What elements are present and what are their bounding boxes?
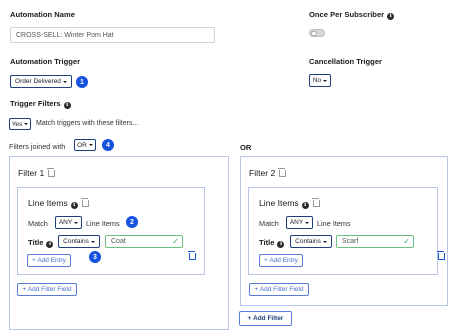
filter-1-operator-select[interactable]: Contains (58, 235, 100, 248)
automation-name-input[interactable]: CROSS-SELL: Winter Pom Hat (10, 27, 215, 43)
info-icon[interactable]: i (63, 102, 71, 109)
automation-name-label: Automation Name (10, 10, 75, 19)
filters-joined-select[interactable]: OR (74, 139, 96, 151)
filters-joined-value: OR (77, 141, 87, 149)
or-separator-label: OR (240, 143, 252, 152)
filter-2-add-entry-button[interactable]: + Add Entry (259, 254, 303, 267)
filter-2-line-items-title: Line Items (259, 198, 299, 208)
filter-1-match-suffix: Line Items (86, 219, 120, 228)
filter-1-field-heading: Title i (28, 238, 54, 248)
toggle-knob (311, 30, 317, 36)
info-icon[interactable]: i (277, 241, 285, 248)
filter-2-match-suffix: Line Items (317, 219, 351, 228)
trigger-filters-label: Trigger Filters (10, 99, 61, 108)
filter-1-heading: Filter 1 (18, 168, 56, 178)
match-triggers-text: Match triggers with these filters... (36, 120, 139, 127)
chevron-down-icon (74, 221, 79, 224)
info-icon[interactable]: i (46, 241, 54, 248)
cancellation-trigger-select[interactable]: No (309, 74, 331, 87)
cancellation-trigger-value: No (312, 77, 322, 84)
filter-1-field-label: Title (28, 238, 44, 247)
filter-1-line-items-title: Line Items (28, 198, 68, 208)
filter-1-match-select[interactable]: ANY (55, 216, 82, 229)
cancellation-trigger-label: Cancellation Trigger (309, 57, 383, 66)
filter-2-operator-select[interactable]: Contains (290, 235, 332, 248)
once-per-subscriber-label: Once Per Subscriber (309, 10, 385, 19)
filter-1-match-label: Match (28, 219, 48, 228)
filter-2-operator-value: Contains (295, 238, 321, 245)
step-badge: 3 (89, 251, 101, 263)
trash-icon[interactable] (278, 168, 287, 177)
step-badge: 2 (126, 216, 138, 228)
trash-icon[interactable] (47, 168, 56, 177)
filter-2-value: Scarf (342, 238, 359, 245)
filters-joined-label: Filters joined with (9, 142, 66, 151)
once-per-subscriber-heading: Once Per Subscriber i (309, 10, 395, 20)
filter-1-match-value: ANY (58, 219, 73, 226)
filter-2-line-items-heading: Line Items i (259, 198, 320, 209)
filter-2-match-label: Match (259, 219, 279, 228)
filter-1-add-entry-button[interactable]: + Add Entry (27, 254, 71, 267)
info-icon[interactable]: i (70, 202, 78, 209)
chevron-down-icon (62, 80, 67, 83)
filter-2-field-heading: Title i (259, 238, 285, 248)
automation-trigger-label: Automation Trigger (10, 57, 81, 66)
trigger-filters-yes-value: Yes (11, 120, 23, 128)
filter-2-heading: Filter 2 (249, 168, 287, 178)
filter-2-title: Filter 2 (249, 168, 276, 178)
filter-2-match-select[interactable]: ANY (286, 216, 313, 229)
chevron-down-icon (322, 240, 327, 243)
trigger-filters-heading: Trigger Filters i (10, 99, 71, 109)
add-filter-button[interactable]: + Add Filter (239, 311, 292, 326)
info-icon[interactable]: i (387, 13, 395, 20)
filter-1-title: Filter 1 (18, 168, 45, 178)
once-per-subscriber-toggle[interactable] (309, 29, 325, 37)
filter-1-add-filter-field-button[interactable]: + Add Filter Field (17, 283, 77, 296)
filter-2-value-input[interactable]: Scarf ✓ (336, 235, 414, 248)
filter-2-add-filter-field-button[interactable]: + Add Filter Field (249, 283, 309, 296)
filter-1-line-items-heading: Line Items i (28, 198, 89, 209)
trash-icon[interactable] (311, 198, 320, 207)
check-icon: ✓ (403, 237, 410, 246)
delete-entry-icon[interactable] (188, 251, 196, 260)
chevron-down-icon (305, 221, 310, 224)
filter-1-value-input[interactable]: Coat ✓ (105, 235, 183, 248)
step-badge: 1 (76, 76, 88, 88)
automation-trigger-select[interactable]: Order Delivered (10, 75, 72, 88)
delete-entry-icon[interactable] (437, 251, 446, 260)
trigger-filters-yes-select[interactable]: Yes (9, 118, 31, 130)
automation-trigger-value: Order Delivered (15, 78, 61, 85)
automation-name-value: CROSS-SELL: Winter Pom Hat (16, 31, 114, 39)
chevron-down-icon (323, 79, 328, 82)
info-icon[interactable]: i (301, 202, 309, 209)
check-icon: ✓ (172, 237, 179, 246)
trash-icon[interactable] (80, 198, 89, 207)
filter-2-match-value: ANY (289, 219, 304, 226)
chevron-down-icon (90, 240, 95, 243)
chevron-down-icon (24, 123, 29, 125)
step-badge: 4 (102, 139, 114, 151)
chevron-down-icon (88, 144, 93, 146)
filter-1-value: Coat (111, 238, 126, 245)
filter-2-field-label: Title (259, 238, 275, 247)
filter-1-operator-value: Contains (63, 238, 89, 245)
